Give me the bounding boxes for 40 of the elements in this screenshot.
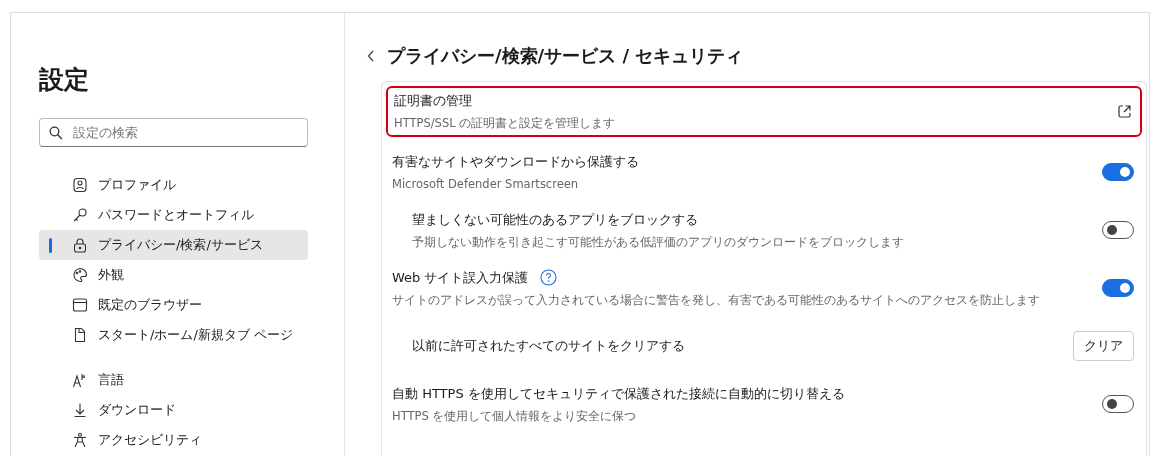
toggle-switch[interactable] (1102, 395, 1134, 413)
setting-title: Web サイト誤入力保護 (392, 268, 529, 287)
setting-description: HTTPS/SSL の証明書と設定を管理します (394, 116, 616, 131)
setting-description: 予期しない動作を引き起こす可能性がある低評価のアプリのダウンロードをブロックします (412, 234, 904, 250)
setting-title: 自動 HTTPS を使用してセキュリティで保護された接続に自動的に切り替える (392, 384, 845, 403)
clear-button[interactable]: クリア (1073, 331, 1134, 361)
settings-title: 設定 (39, 64, 90, 96)
setting-description: Microsoft Defender Smartscreen (392, 177, 580, 191)
nav-item[interactable]: プロファイル (39, 170, 308, 200)
language-icon (72, 372, 88, 388)
page-heading: プライバシー/検索/サービス / セキュリティ (387, 44, 744, 68)
setting-description: HTTPS を使用して個人情報をより安全に保つ (392, 408, 638, 424)
toggle-switch[interactable] (1102, 163, 1134, 181)
setting-title: 望ましくない可能性のあるアプリをブロックする (412, 210, 698, 229)
download-icon (72, 402, 88, 418)
search-field[interactable]: 設定の検索 (39, 118, 308, 147)
nav-item[interactable]: 外観 (39, 260, 308, 290)
nav-item[interactable]: パスワードとオートフィル (39, 200, 308, 230)
nav-item[interactable]: アクセシビリティ (39, 425, 308, 455)
toggle-switch[interactable] (1102, 221, 1134, 239)
external-link-icon[interactable] (1117, 104, 1132, 119)
page-icon (72, 327, 88, 343)
nav-item[interactable]: 既定のブラウザー (39, 290, 308, 320)
setting-title: 以前に許可されたすべてのサイトをクリアする (412, 337, 685, 355)
toggle-switch[interactable] (1102, 279, 1134, 297)
nav-item[interactable]: スタート/ホーム/新規タブ ページ (39, 320, 308, 350)
nav-item[interactable]: ダウンロード (39, 395, 308, 425)
palette-icon (72, 267, 88, 283)
nav-item[interactable]: 言語 (39, 365, 308, 395)
profile-icon (72, 177, 88, 193)
setting-title: 有害なサイトやダウンロードから保護する (392, 153, 639, 171)
nav-item[interactable]: プライバシー/検索/サービス (39, 230, 308, 260)
setting-title: 証明書の管理 (394, 92, 472, 110)
window-icon (72, 297, 88, 313)
back-icon[interactable] (367, 50, 375, 62)
lock-icon (72, 237, 88, 253)
setting-description: サイトのアドレスが誤って入力されている場合に警告を発し、有害である可能性のあるサイトへのアクセスを防止します (392, 292, 1040, 308)
accessibility-icon (72, 432, 88, 448)
help-icon[interactable] (540, 269, 558, 286)
key-icon (72, 207, 88, 223)
